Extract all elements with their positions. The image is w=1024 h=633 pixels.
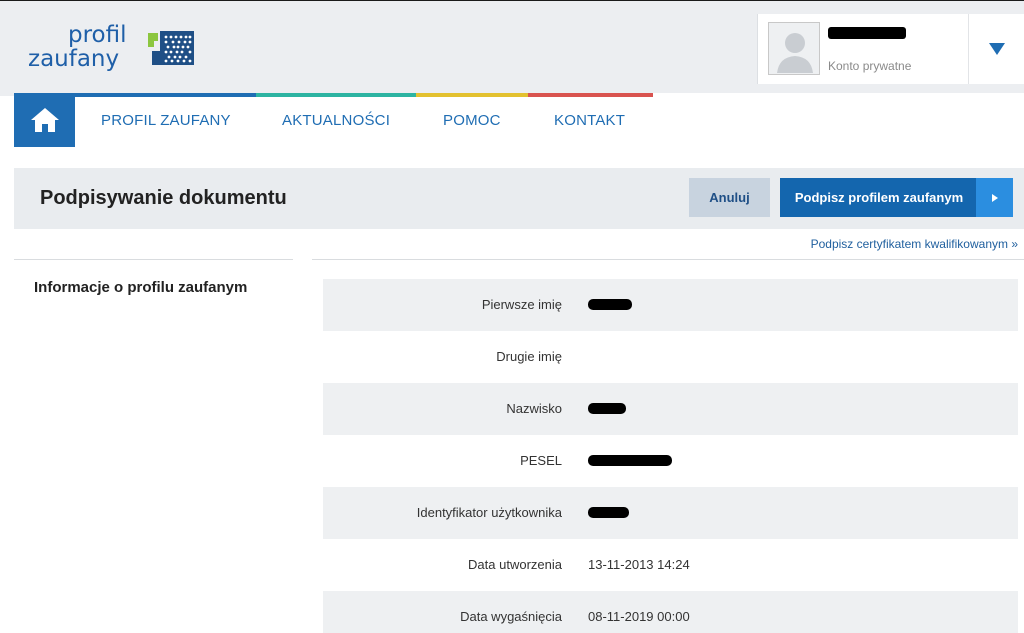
- sign-with-trusted-profile-button[interactable]: Podpisz profilem zaufanym: [780, 178, 1013, 217]
- nav-item-aktualnosci[interactable]: AKTUALNOŚCI: [282, 112, 390, 129]
- table-row: Drugie imię: [323, 331, 1018, 383]
- home-button[interactable]: [14, 93, 75, 147]
- user-account-box[interactable]: Konto prywatne: [757, 14, 1024, 84]
- redacted-value: [588, 455, 672, 466]
- logo-text: profil zaufany: [28, 23, 127, 71]
- sign-button-label: Podpisz profilem zaufanym: [794, 190, 964, 205]
- table-row: Pierwsze imię: [323, 279, 1018, 331]
- profile-info-sidebar: Informacje o profilu zaufanym: [14, 259, 293, 296]
- logo-mark-icon: [148, 31, 194, 65]
- row-label: Data wygaśnięcia: [460, 609, 562, 624]
- table-row: Nazwisko: [323, 383, 1018, 435]
- redacted-value: [588, 403, 626, 414]
- row-value: 13-11-2013 14:24: [588, 557, 690, 572]
- row-label: Data utworzenia: [468, 557, 562, 572]
- redacted-value: [588, 299, 632, 310]
- row-label: Identyfikator użytkownika: [416, 505, 562, 520]
- nav-strip-red: [528, 93, 653, 97]
- nav-item-kontakt[interactable]: KONTAKT: [554, 112, 625, 129]
- redacted-value: [588, 507, 629, 518]
- triangle-down-icon: [989, 43, 1005, 55]
- nav-strip-yellow: [416, 93, 528, 97]
- row-label: Pierwsze imię: [481, 297, 562, 312]
- play-arrow-icon: [976, 178, 1013, 217]
- user-name-redacted: [828, 27, 906, 39]
- avatar: [768, 22, 820, 75]
- logo-line1: profil: [68, 22, 127, 48]
- content-divider: [312, 259, 1024, 260]
- home-icon: [30, 108, 59, 132]
- row-label: PESEL: [520, 453, 562, 468]
- table-row: Data utworzenia 13-11-2013 14:24: [323, 539, 1018, 591]
- nav-strip-blue: [75, 93, 256, 97]
- logo-line2: zaufany: [28, 46, 120, 72]
- nav-item-pomoc[interactable]: POMOC: [443, 112, 501, 129]
- table-row: PESEL: [323, 435, 1018, 487]
- page-title: Podpisywanie dokumentu: [40, 187, 287, 209]
- profil-zaufany-logo[interactable]: profil zaufany: [28, 23, 203, 79]
- profile-info-table: Pierwsze imię Drugie imię Nazwisko PESEL…: [323, 279, 1018, 633]
- account-type-label: Konto prywatne: [828, 59, 912, 73]
- user-menu-toggle[interactable]: [968, 14, 1024, 84]
- nav-strip-teal: [256, 93, 416, 97]
- nav-item-profil-zaufany[interactable]: PROFIL ZAUFANY: [101, 112, 231, 129]
- user-silhouette-icon: [777, 33, 813, 73]
- table-row: Data wygaśnięcia 08-11-2019 00:00: [323, 591, 1018, 633]
- profile-info-title: Informacje o profilu zaufanym: [34, 279, 248, 296]
- page-title-bar: Podpisywanie dokumentu Anuluj Podpisz pr…: [14, 168, 1024, 229]
- row-label: Drugie imię: [496, 349, 562, 364]
- cancel-button[interactable]: Anuluj: [689, 178, 770, 217]
- main-nav: PROFIL ZAUFANY AKTUALNOŚCI POMOC KONTAKT: [14, 93, 1024, 147]
- sign-with-qualified-certificate-link[interactable]: Podpisz certyfikatem kwalifikowanym »: [811, 237, 1018, 251]
- row-value: 08-11-2019 00:00: [588, 609, 690, 624]
- table-row: Identyfikator użytkownika: [323, 487, 1018, 539]
- top-header: profil zaufany Konto prywatne: [0, 0, 1024, 96]
- row-label: Nazwisko: [506, 401, 562, 416]
